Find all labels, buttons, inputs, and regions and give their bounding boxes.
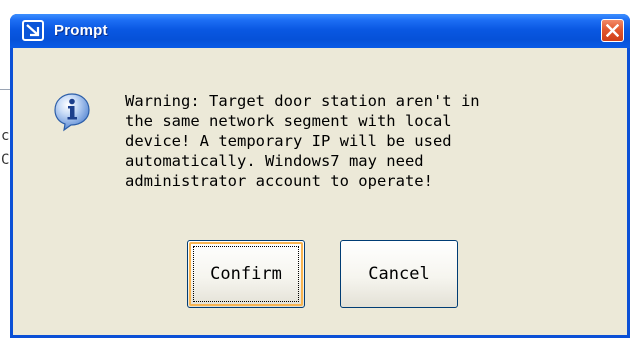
- dialog-title: Prompt: [54, 22, 108, 39]
- warning-message: Warning: Target door station aren't in t…: [125, 92, 480, 190]
- close-button[interactable]: [601, 19, 624, 42]
- confirm-button-label: Confirm: [210, 264, 282, 284]
- information-icon: [54, 93, 90, 132]
- close-icon: [606, 24, 619, 37]
- cancel-button-label: Cancel: [368, 264, 430, 284]
- arrow-down-right-icon: [22, 20, 44, 41]
- cancel-button[interactable]: Cancel: [340, 240, 458, 308]
- prompt-dialog: Prompt Warning: Target door station aren…: [10, 14, 630, 338]
- dialog-body: Warning: Target door station aren't in t…: [13, 48, 627, 335]
- dialog-titlebar[interactable]: Prompt: [10, 14, 630, 48]
- confirm-button[interactable]: Confirm: [187, 240, 305, 308]
